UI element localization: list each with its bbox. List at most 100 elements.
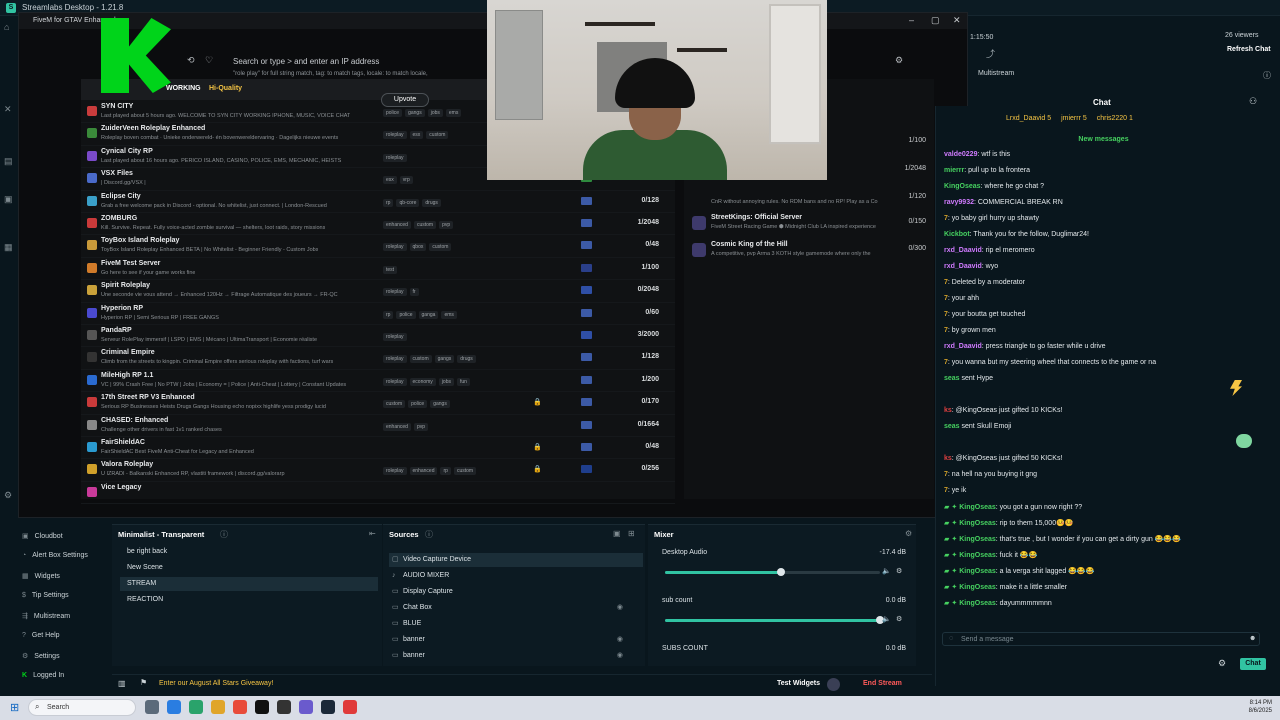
server-row[interactable]: Cosmic King of the Hill A competitive, pv… — [684, 239, 934, 265]
server-row[interactable]: 17th Street RP V3 Enhanced Serious RP Bus… — [81, 392, 675, 415]
chat-username[interactable]: Kickbot — [944, 231, 970, 238]
server-row[interactable]: FiveM Test Server Go here to see if your … — [81, 258, 675, 281]
emoji-icon[interactable]: ☻ — [1249, 635, 1256, 642]
server-row[interactable]: StreetKings: Official Server FiveM Street… — [684, 212, 934, 238]
chat-username[interactable]: KingOseas — [959, 568, 996, 575]
chat-username[interactable]: ks — [944, 455, 952, 462]
source-visibility-icon[interactable]: ◉ — [617, 601, 623, 615]
chat-send-button[interactable]: Chat — [1240, 658, 1266, 670]
server-row[interactable]: CnR without annoying rules. No RDM bans … — [684, 187, 934, 213]
nav-item[interactable]: $ Tip Settings — [22, 592, 69, 599]
settings-rail-icon[interactable]: ⚙ — [4, 490, 12, 501]
server-row[interactable]: Criminal Empire Climb from the streets to… — [81, 347, 675, 370]
server-row[interactable]: Vice Legacy — [81, 482, 675, 505]
chat-username[interactable]: KingOseas — [959, 536, 996, 543]
nav-item[interactable]: ⚙ Settings — [22, 652, 60, 660]
source-item[interactable]: ▭ Chat Box ◉ — [389, 601, 643, 615]
history-icon[interactable]: ⟲ — [187, 55, 195, 66]
chat-username[interactable]: seas — [944, 423, 960, 430]
maximize-icon[interactable]: ▢ — [931, 15, 940, 26]
chat-username[interactable]: KingOseas — [944, 183, 981, 190]
chat-username[interactable]: ravy9932 — [944, 199, 974, 206]
nav-item[interactable]: ▣ Cloudbot — [22, 532, 63, 540]
add-folder-icon[interactable]: ▣ — [613, 529, 621, 538]
chat-username[interactable]: rxd_Daavid — [944, 343, 982, 350]
edge-icon[interactable] — [167, 700, 181, 714]
scene-item[interactable]: New Scene — [120, 561, 378, 575]
test-widgets-button[interactable]: Test Widgets — [777, 680, 820, 687]
channel-settings-icon[interactable]: ⚙ — [896, 567, 902, 575]
folder-icon[interactable] — [211, 700, 225, 714]
add-source-icon[interactable]: ⊞ — [628, 529, 635, 538]
close-icon[interactable]: ✕ — [953, 15, 961, 26]
scene-item[interactable]: REACTION — [120, 593, 378, 607]
file-explorer-icon[interactable] — [145, 700, 159, 714]
server-row[interactable]: FairShieldAC FairShieldAC Best FiveM Anti… — [81, 437, 675, 460]
chat-username[interactable]: rxd_Daavid — [944, 263, 982, 270]
chat-username[interactable]: KingOseas — [959, 600, 996, 607]
volume-knob[interactable] — [777, 568, 786, 576]
taskbar-search[interactable]: ⌕ Search — [28, 699, 136, 716]
app-a-icon[interactable] — [277, 700, 291, 714]
mute-icon[interactable]: 🔈 — [882, 615, 891, 623]
minimize-icon[interactable]: – — [909, 15, 914, 25]
tiktok-icon[interactable] — [255, 700, 269, 714]
fivem-settings-icon[interactable]: ⚙ — [895, 55, 903, 66]
volume-slider[interactable] — [665, 568, 880, 576]
steam-icon[interactable] — [321, 700, 335, 714]
home-icon[interactable]: ⌂ — [4, 22, 9, 32]
windows-start-icon[interactable]: ⊞ — [10, 701, 19, 714]
server-row[interactable]: CHASED: Enhanced Challenge other drivers … — [81, 415, 675, 437]
server-row[interactable]: Eclipse City Grab a free welcome pack in … — [81, 191, 675, 213]
scene-info-icon[interactable]: ⓘ — [220, 529, 228, 540]
stats-icon[interactable]: ▤ — [4, 156, 13, 167]
server-search-input[interactable]: Search or type > and enter an IP address — [233, 57, 379, 66]
server-row[interactable]: Spirit Roleplay Une seconde vie vous atte… — [81, 280, 675, 303]
upvote-button[interactable]: Upvote — [381, 93, 429, 107]
source-visibility-icon[interactable]: ◉ — [617, 633, 623, 647]
refresh-chat-button[interactable]: Refresh Chat — [1227, 46, 1271, 53]
nav-item[interactable]: ▦ Widgets — [22, 572, 60, 580]
end-stream-button[interactable]: End Stream — [863, 680, 902, 687]
share-icon[interactable]: ⤴ — [986, 47, 995, 60]
announcement-link[interactable]: Enter our August All Stars Giveaway! — [159, 680, 273, 687]
scene-collection-title[interactable]: Minimalist - Transparent — [118, 530, 204, 539]
rec-icon[interactable] — [827, 678, 840, 691]
nav-item[interactable]: ⇶ Multistream — [22, 612, 70, 620]
nav-item[interactable]: ◔ Alert Box Settings — [22, 552, 88, 559]
scene-item[interactable]: STREAM — [120, 577, 378, 591]
info-icon[interactable]: ⓘ — [1263, 70, 1271, 81]
sources-info-icon[interactable]: ⓘ — [425, 529, 433, 540]
server-row[interactable]: PandaRP Serveur RolePlay immersif | LSPD … — [81, 325, 675, 348]
chat-username[interactable]: KingOseas — [959, 504, 996, 511]
source-item[interactable]: ▭ Display Capture — [389, 585, 643, 599]
editor-icon[interactable]: ✕ — [4, 104, 12, 115]
server-row[interactable]: Valora Roleplay U IZRADI - Balkanski Enha… — [81, 459, 675, 482]
chat-input[interactable]: Send a message ◌ ☻ — [942, 632, 1260, 646]
discord-icon[interactable] — [299, 700, 313, 714]
chat-username[interactable]: KingOseas — [959, 552, 996, 559]
source-item[interactable]: ▭ banner ◉ — [389, 649, 643, 663]
chat-users-icon[interactable]: ⚇ — [1249, 96, 1257, 107]
chat-username[interactable]: seas — [944, 375, 960, 382]
nav-item[interactable]: K Logged In — [22, 672, 64, 679]
chat-username[interactable]: ks — [944, 407, 952, 414]
source-item[interactable]: ▭ banner ◉ — [389, 633, 643, 647]
volume-slider[interactable] — [665, 616, 884, 624]
source-item[interactable]: ▭ BLUE — [389, 617, 643, 631]
server-row[interactable]: MileHigh RP 1.1 VC | 99% Crash Free | No … — [81, 370, 675, 393]
grid-icon[interactable]: ▦ — [4, 242, 13, 253]
chrome-icon[interactable] — [233, 700, 247, 714]
mute-icon[interactable]: 🔈 — [882, 567, 891, 575]
chat-username[interactable]: KingOseas — [959, 520, 996, 527]
server-row[interactable]: ZOMBURG Kill. Survive. Repeat. Fully voic… — [81, 213, 675, 236]
chat-username[interactable]: KingOseas — [959, 584, 996, 591]
collapse-icon[interactable]: ⇤ — [369, 529, 376, 538]
channel-settings-icon[interactable]: ⚙ — [896, 615, 902, 623]
source-visibility-icon[interactable]: ◉ — [617, 649, 623, 663]
dashboard-icon[interactable]: ▥ — [118, 679, 126, 688]
store-icon[interactable]: ▣ — [4, 194, 13, 205]
source-item[interactable]: ▢ Video Capture Device — [389, 553, 643, 567]
mixer-settings-icon[interactable]: ⚙ — [905, 529, 912, 538]
chat-username[interactable]: rxd_Daavid — [944, 247, 982, 254]
